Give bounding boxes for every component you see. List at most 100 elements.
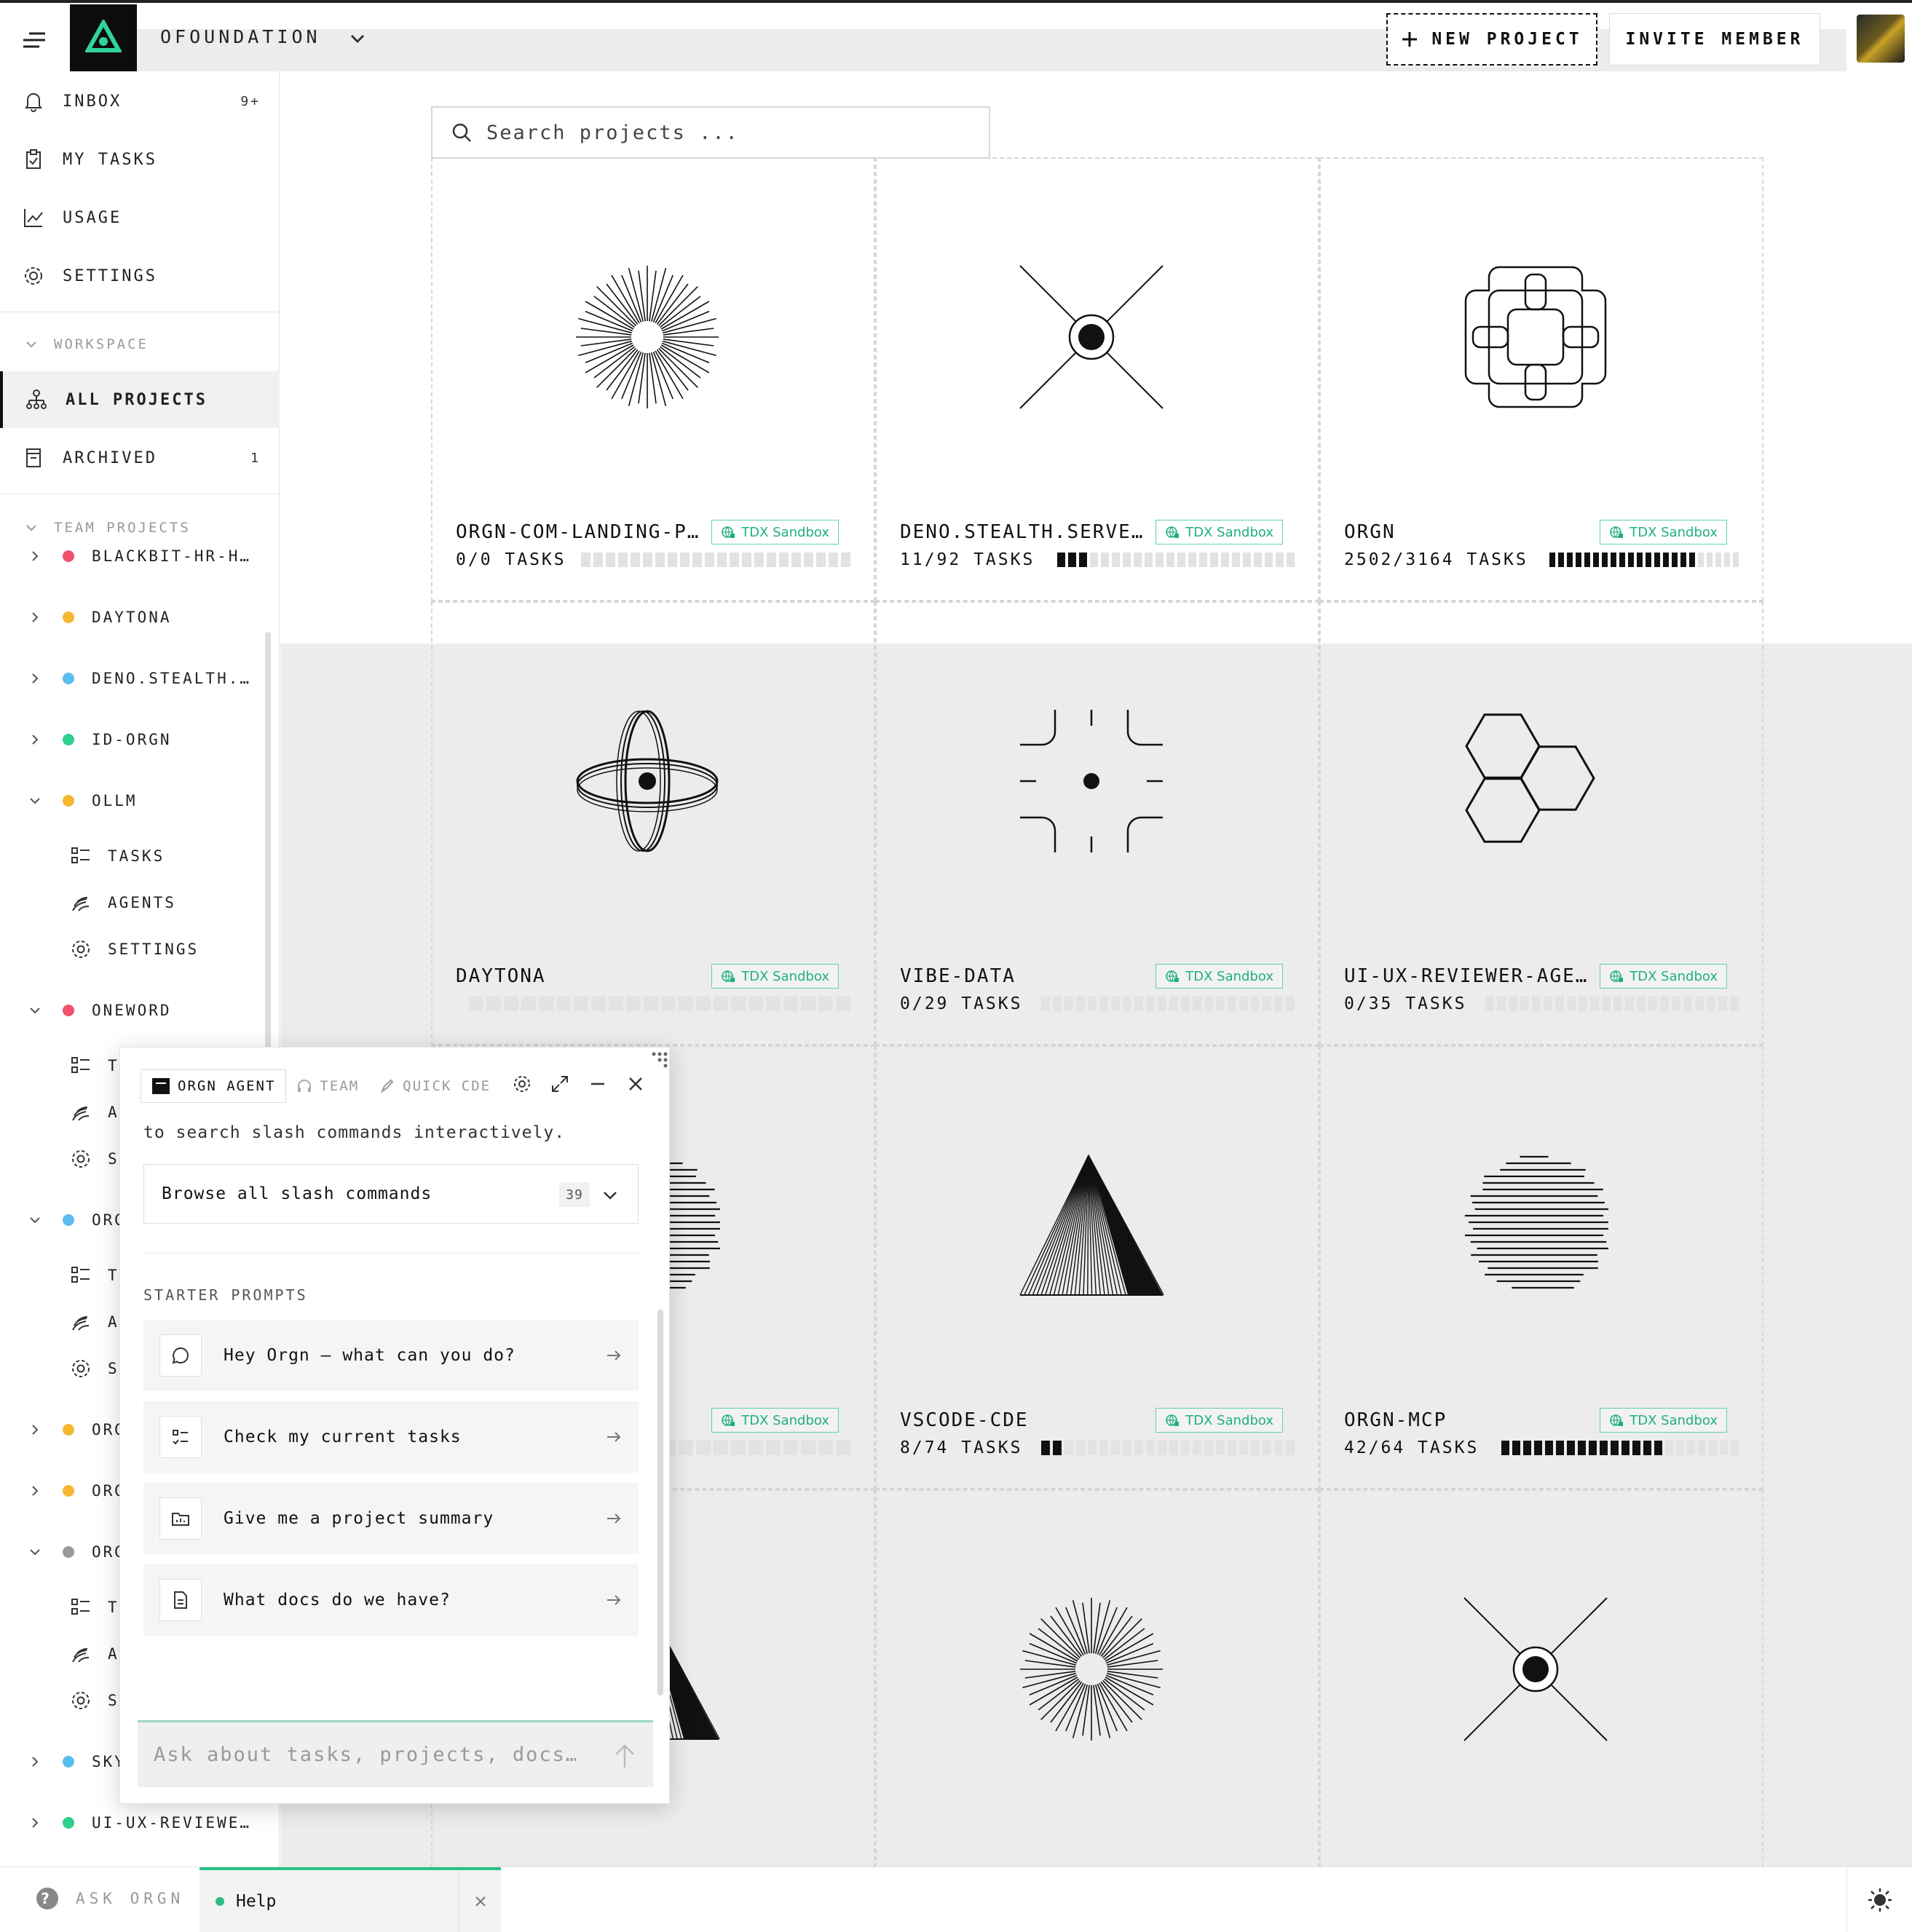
project-color-dot	[63, 550, 74, 562]
progress-segment	[1621, 1441, 1629, 1455]
sidebar-project-item[interactable]: BLACKBIT-HR-H…	[0, 534, 269, 578]
project-card[interactable]	[1319, 1489, 1763, 1932]
project-card-title: DENO.STEALTH.SERVE…	[900, 521, 1145, 543]
chevron-down-icon	[30, 1549, 40, 1556]
starter-prompt[interactable]: Hey Orgn — what can you do?	[143, 1320, 639, 1391]
progress-segment	[1632, 1441, 1640, 1455]
sidebar-project-item[interactable]: DENO.STEALTH.…	[0, 657, 269, 700]
tab-orgn-agent[interactable]: ORGN AGENT	[141, 1069, 287, 1103]
sidebar-item-usage[interactable]: USAGE	[0, 189, 280, 246]
progress-segment	[1210, 553, 1218, 567]
project-card[interactable]: ORGN-MCP TDX Sandbox 42/64 TASKS	[1319, 1045, 1763, 1489]
project-card[interactable]: ORGN TDX Sandbox 2502/3164 TASKS	[1319, 157, 1763, 601]
close-chat-button[interactable]	[621, 1069, 650, 1098]
minimize-button[interactable]	[583, 1069, 612, 1098]
project-sub-item-agents[interactable]: AGENTS	[70, 882, 176, 923]
project-label: BLACKBIT-HR-H…	[92, 547, 252, 565]
progress-segment	[1593, 553, 1599, 567]
send-arrow-icon[interactable]	[612, 1741, 637, 1770]
tab-team[interactable]: TEAM	[286, 1069, 369, 1103]
project-card[interactable]: DENO.STEALTH.SERVE… TDX Sandbox 11/92 TASK…	[875, 157, 1319, 601]
starter-prompt[interactable]: What docs do we have?	[143, 1564, 639, 1636]
project-card[interactable]: UI-UX-REVIEWER-AGE… TDX Sandbox 0/35 TASKS	[1319, 601, 1763, 1045]
sidebar-project-item[interactable]: DAYTONA	[0, 595, 269, 639]
progress-bar	[1485, 997, 1739, 1011]
org-name[interactable]: OFOUNDATION	[160, 26, 321, 47]
project-color-dot	[63, 611, 74, 623]
menu-toggle-button[interactable]	[15, 23, 54, 57]
project-sub-item-tasks[interactable]: TASKS	[70, 836, 165, 876]
search-input[interactable]	[486, 121, 952, 144]
sidebar-item-inbox[interactable]: INBOX 9+	[0, 73, 280, 130]
sidebar-project-item[interactable]: ONEWORD	[0, 989, 269, 1032]
starter-prompt[interactable]: Check my current tasks	[143, 1401, 639, 1473]
sidebar-item-all-projects[interactable]: ALL PROJECTS	[0, 371, 280, 428]
project-card[interactable]: DAYTONA TDX Sandbox	[431, 601, 875, 1045]
progress-bar	[1041, 997, 1295, 1011]
progress-bar	[581, 553, 850, 567]
progress-segment	[1232, 553, 1240, 567]
sidebar-project-item[interactable]: OLLM	[0, 779, 269, 823]
task-list-icon	[71, 1057, 90, 1073]
tab-quick-cde[interactable]: QUICK CDE	[369, 1069, 501, 1103]
sidebar-item-settings[interactable]: SETTINGS	[0, 248, 280, 304]
progress-segment	[1512, 1441, 1520, 1455]
close-help-tab-button[interactable]	[459, 1870, 501, 1932]
progress-segment	[668, 553, 677, 567]
minimize-icon	[591, 1082, 604, 1085]
progress-segment	[1053, 1441, 1062, 1455]
document-icon	[159, 1579, 202, 1621]
team-projects-section-header[interactable]: TEAM PROJECTS	[25, 520, 191, 536]
tab-help[interactable]: Help	[200, 1867, 501, 1932]
project-card[interactable]: VIBE-DATA TDX Sandbox 0/29 TASKS	[875, 601, 1319, 1045]
drag-handle-icon[interactable]	[650, 1050, 669, 1069]
project-label: UI-UX-REVIEWE…	[92, 1814, 252, 1832]
project-card[interactable]: ORGN-COM-LANDING-P… TDX Sandbox 0/0 TASKS	[431, 157, 875, 601]
globe-lock-icon	[1166, 526, 1180, 538]
workspace-section-header[interactable]: WORKSPACE	[25, 336, 149, 352]
sidebar-item-archived[interactable]: ARCHIVED 1	[0, 429, 280, 486]
invite-member-button[interactable]: INVITE MEMBER	[1609, 13, 1820, 66]
project-card[interactable]	[875, 1489, 1319, 1932]
agent-chat-panel: ORGN AGENT TEAM QUICK CDE to search slas…	[119, 1047, 670, 1804]
theme-toggle-button[interactable]	[1846, 1867, 1912, 1932]
search-box[interactable]	[431, 106, 990, 159]
expand-button[interactable]	[545, 1069, 574, 1098]
project-sub-item-settings[interactable]: SETTINGS	[70, 929, 199, 970]
progress-segment	[1146, 997, 1155, 1011]
close-icon	[475, 1896, 486, 1907]
progress-bar	[469, 997, 850, 1011]
globe-lock-icon	[1610, 526, 1624, 538]
browse-label: Browse all slash commands	[162, 1184, 432, 1203]
chat-input[interactable]	[154, 1743, 576, 1766]
progress-segment	[829, 553, 838, 567]
sandbox-badge: TDX Sandbox	[711, 1408, 839, 1433]
chat-input-box[interactable]	[138, 1720, 653, 1787]
browse-slash-commands[interactable]: Browse all slash commands 39	[143, 1164, 639, 1224]
sidebar-project-item[interactable]: UI-UX-REVIEWE…	[0, 1801, 269, 1845]
progress-segment	[1068, 553, 1076, 567]
badge-label: TDX Sandbox	[741, 1412, 829, 1428]
progress-segment	[1660, 997, 1669, 1011]
project-color-dot	[63, 734, 74, 745]
progress-segment	[836, 1441, 850, 1455]
chat-scrollbar[interactable]	[657, 1310, 663, 1695]
task-list-icon	[71, 847, 90, 863]
avatar[interactable]	[1857, 15, 1905, 63]
new-project-button[interactable]: NEW PROJECT	[1386, 13, 1597, 66]
gear-icon	[25, 267, 42, 285]
ask-orgn-button[interactable]: ? ASK ORGN	[33, 1885, 184, 1912]
app-logo[interactable]	[70, 4, 137, 71]
progress-segment	[1520, 997, 1529, 1011]
sidebar-item-my-tasks[interactable]: MY TASKS	[0, 131, 280, 188]
progress-segment	[679, 997, 693, 1011]
project-card[interactable]: VSCODE-CDE TDX Sandbox 8/74 TASKS	[875, 1045, 1319, 1489]
gear-icon	[72, 1150, 90, 1168]
chevron-down-icon[interactable]	[348, 29, 367, 48]
chat-settings-button[interactable]	[507, 1069, 537, 1098]
sandbox-badge: TDX Sandbox	[1600, 1408, 1727, 1433]
progress-segment	[1181, 997, 1190, 1011]
sidebar-project-item[interactable]: ID-ORGN	[0, 718, 269, 761]
progress-segment	[1558, 553, 1564, 567]
starter-prompt[interactable]: Give me a project summary	[143, 1483, 639, 1554]
